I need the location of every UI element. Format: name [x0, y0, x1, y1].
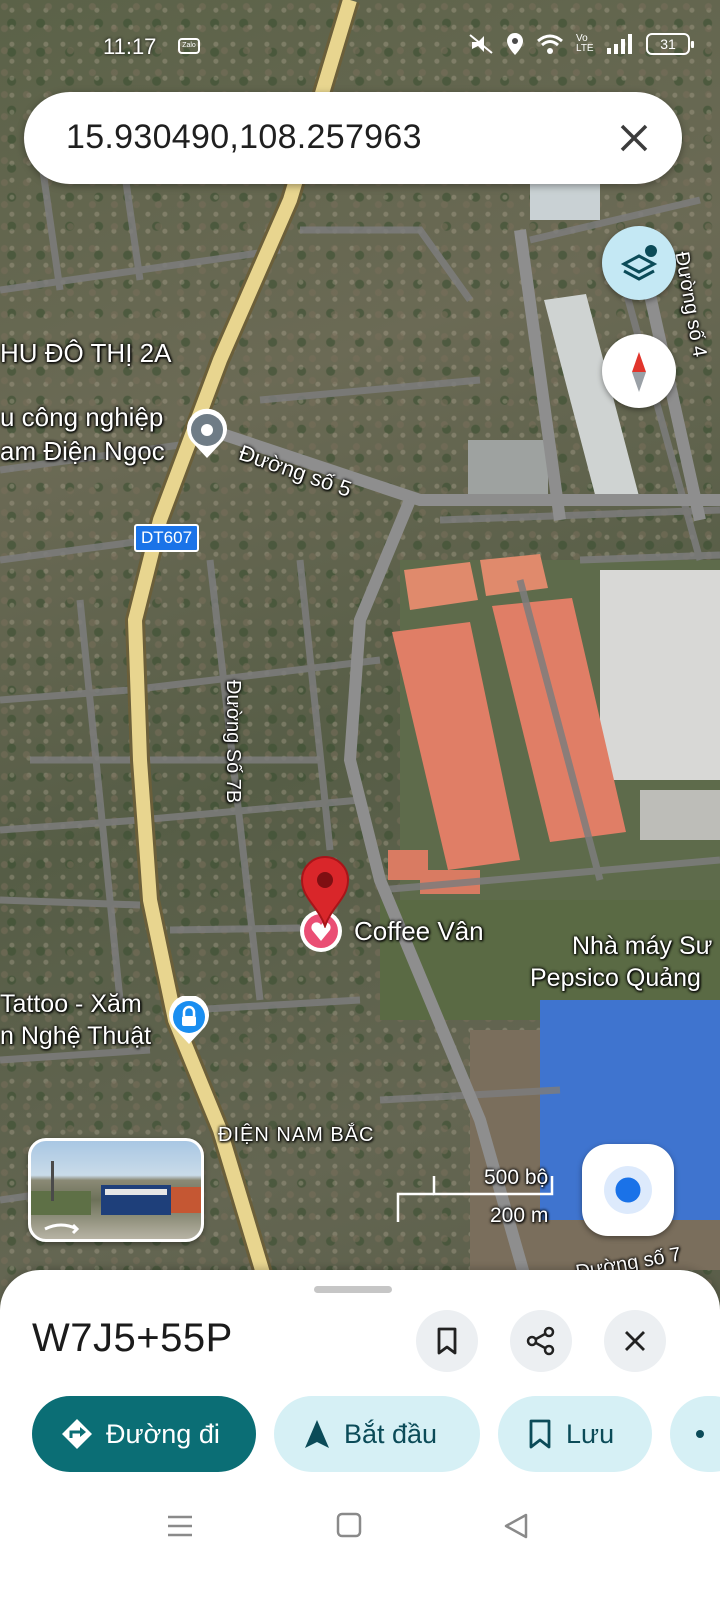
map-view[interactable]: 11:17 Zalo Vo LTE 31 HU ĐÔ THỊ 2A u công… [0, 0, 720, 1330]
route-badge-dt607: DT607 [134, 524, 200, 552]
bookmark-icon [437, 1327, 457, 1355]
map-label-industrial-1: u công nghiệp [0, 402, 164, 432]
poi-tattoo-marker[interactable] [166, 994, 212, 1046]
poi-pin-icon [187, 408, 227, 458]
compass-icon [632, 352, 646, 392]
volte-icon: Vo LTE [576, 33, 594, 54]
share-button[interactable] [510, 1310, 572, 1372]
my-location-button[interactable] [582, 1144, 674, 1236]
search-clear-button[interactable] [610, 114, 658, 162]
directions-icon [62, 1419, 92, 1449]
zalo-notification-icon: Zalo [178, 38, 200, 54]
status-bar: 11:17 Zalo Vo LTE 31 [0, 0, 720, 90]
lock-poi-icon [169, 994, 209, 1044]
close-icon [625, 1331, 645, 1351]
compass-button[interactable] [602, 334, 676, 408]
share-icon [526, 1326, 555, 1356]
directions-label: Đường đi [106, 1418, 220, 1449]
back-icon[interactable] [500, 1510, 532, 1542]
warehouse-roof [600, 570, 720, 780]
menu-icon[interactable] [164, 1510, 196, 1542]
navigation-arrow-icon [305, 1420, 329, 1448]
start-label: Bắt đầu [344, 1418, 438, 1449]
street-view-rotate-icon [44, 1223, 78, 1231]
map-label-factory-1: Nhà máy Sư [572, 932, 713, 960]
bookmark-icon [529, 1419, 551, 1449]
map-label-tattoo-2: n Nghệ Thuật [0, 1022, 152, 1050]
layers-icon [620, 245, 658, 281]
map-label-industrial-2: am Điện Ngọc [0, 436, 165, 466]
save-label: Lưu [566, 1418, 615, 1449]
map-label-factory-2: Pepsico Quảng [530, 964, 701, 992]
search-query[interactable]: 15.930490,108.257963 [66, 118, 422, 157]
system-navigation-bar [0, 1490, 720, 1600]
map-label-tattoo-1: Tattoo - Xăm [0, 990, 142, 1018]
map-label-area-north: HU ĐÔ THỊ 2A [0, 338, 172, 368]
signal-icon [607, 34, 632, 54]
my-location-icon [604, 1166, 652, 1214]
scale-bar-lines [396, 1176, 554, 1222]
dropped-pin-icon [300, 856, 350, 928]
plus-code-title: W7J5+55P [32, 1316, 233, 1360]
save-button[interactable]: Lưu [498, 1396, 652, 1472]
street-view-thumbnail[interactable] [28, 1138, 204, 1242]
close-icon [620, 124, 648, 152]
start-button[interactable]: Bắt đầu [274, 1396, 480, 1472]
wifi-icon [537, 34, 563, 54]
status-time: 11:17 [103, 34, 157, 59]
search-bar[interactable]: 15.930490,108.257963 [24, 92, 682, 184]
location-icon [507, 33, 523, 55]
more-actions-chip[interactable] [670, 1396, 720, 1472]
save-place-button[interactable] [416, 1310, 478, 1372]
map-label-district-south: ĐIỆN NAM BẮC [218, 1124, 375, 1146]
mute-icon [469, 34, 493, 54]
battery-icon: 31 [646, 33, 694, 55]
street-view-photo [31, 1161, 201, 1235]
directions-button[interactable]: Đường đi [32, 1396, 256, 1472]
layers-button[interactable] [602, 226, 676, 300]
close-sheet-button[interactable] [604, 1310, 666, 1372]
status-icons: Vo LTE 31 [468, 32, 694, 56]
share-icon [696, 1430, 704, 1438]
map-scale: 500 bộ 200 m [396, 1160, 556, 1230]
poi-coffee-label: Coffee Vân [354, 916, 484, 946]
map-label-road-7b: Đường Số 7B [222, 680, 244, 804]
poi-industrial-park-marker[interactable] [184, 408, 230, 460]
home-icon[interactable] [334, 1510, 364, 1540]
sheet-drag-handle[interactable] [314, 1286, 392, 1293]
